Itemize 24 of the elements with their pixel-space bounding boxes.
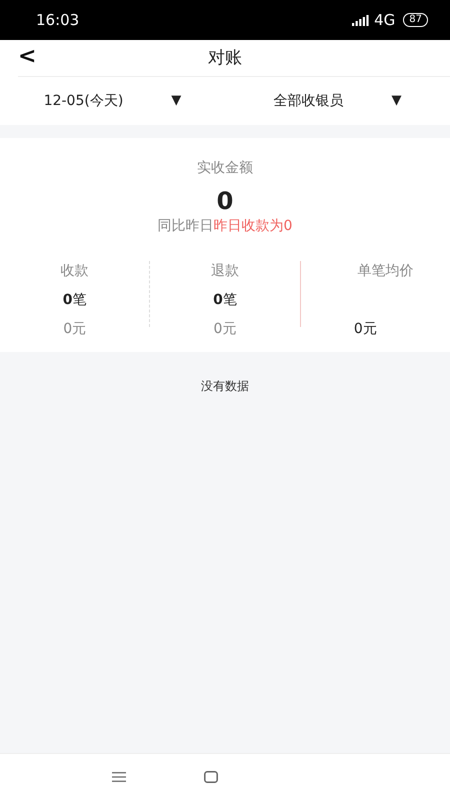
stat-label: 收款 (60, 262, 90, 281)
caret-icon: ▼ (171, 91, 182, 111)
amount-value: 0 (216, 187, 234, 216)
amount-label: 实收金额 (196, 159, 254, 178)
stat-label: 单笔均价 (356, 262, 414, 281)
caret-icon: ▼ (392, 91, 402, 111)
stat-amount: 0元 (62, 320, 88, 339)
stat-count: 0笔 (212, 290, 238, 310)
home-icon[interactable] (204, 771, 218, 783)
stat-amount: 0元 (352, 320, 378, 339)
stat-amount: 0元 (212, 320, 238, 339)
network-label: 4G (374, 10, 396, 31)
signal-icon (352, 14, 370, 26)
empty-message: 没有数据 (201, 378, 249, 395)
comparison-text: 同比昨日 昨日收款为0 (156, 216, 294, 236)
menu-icon[interactable] (112, 772, 126, 782)
status-time: 16:03 (36, 10, 80, 31)
filter-dropdown[interactable]: 全部收银员 (274, 90, 344, 112)
stat-label: 退款 (210, 262, 240, 281)
battery-indicator: 87 (403, 13, 428, 27)
page-title: 对账 (208, 46, 242, 70)
back-button[interactable]: < (14, 44, 40, 70)
stat-count: 0笔 (62, 290, 88, 310)
filter-dropdown[interactable]: 12-05(今天) (44, 90, 124, 112)
